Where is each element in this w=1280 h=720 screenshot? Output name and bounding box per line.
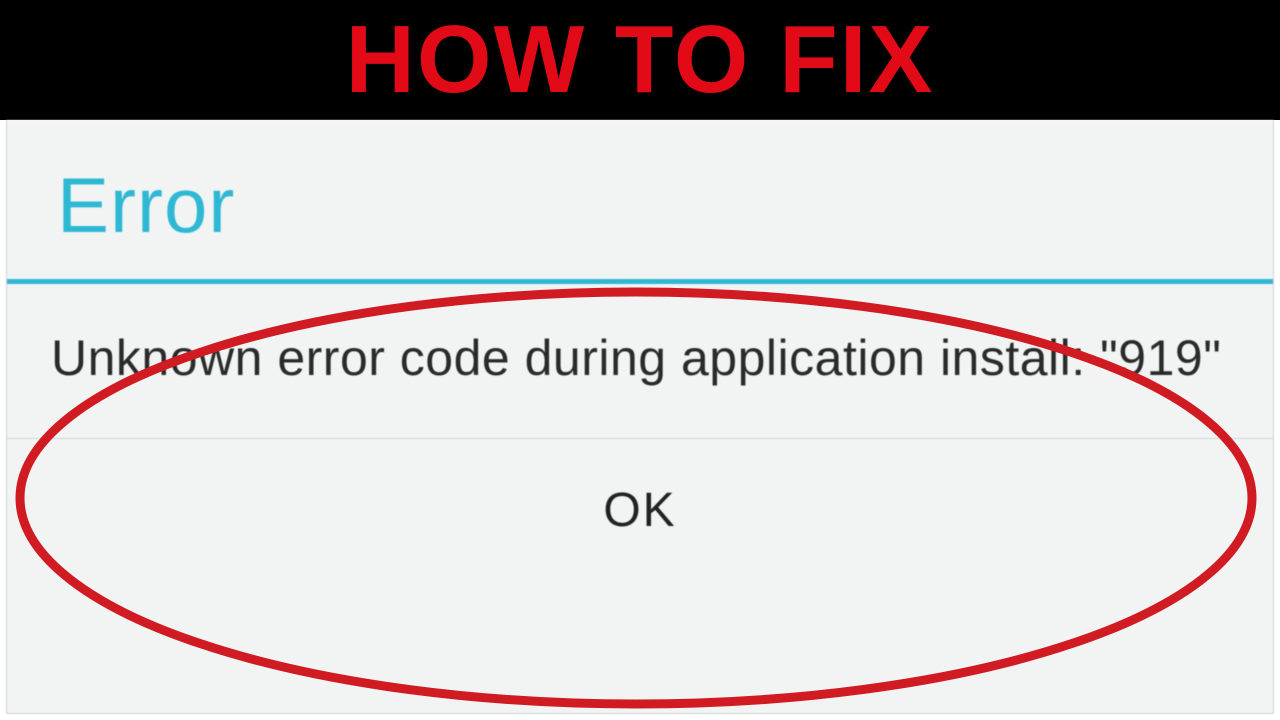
- dialog-title: Error: [57, 160, 1223, 251]
- dialog-message: Unknown error code during application in…: [51, 326, 1229, 390]
- ok-button[interactable]: OK: [583, 477, 696, 544]
- dialog-header: Error: [7, 120, 1273, 279]
- dialog-actions: OK: [7, 439, 1273, 544]
- dialog-body: Unknown error code during application in…: [7, 284, 1273, 439]
- dialog-area: Error Unknown error code during applicat…: [0, 120, 1280, 720]
- thumbnail-banner: HOW TO FIX: [0, 0, 1280, 120]
- error-dialog: Error Unknown error code during applicat…: [6, 120, 1274, 714]
- banner-headline: HOW TO FIX: [346, 12, 935, 108]
